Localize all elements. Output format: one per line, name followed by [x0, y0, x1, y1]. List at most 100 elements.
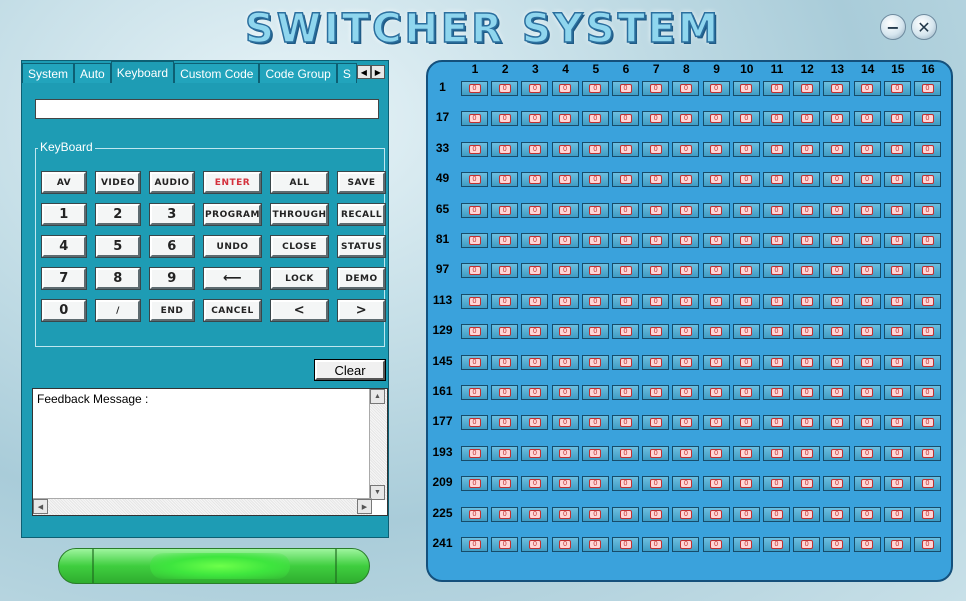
- matrix-cell[interactable]: 0: [914, 324, 941, 340]
- matrix-cell[interactable]: 0: [551, 385, 579, 400]
- matrix-cell[interactable]: 0: [491, 233, 519, 248]
- matrix-cell[interactable]: 0: [883, 537, 911, 552]
- key-av[interactable]: AV: [41, 171, 87, 194]
- matrix-cell[interactable]: 0: [672, 385, 700, 400]
- matrix-cell[interactable]: 0: [521, 476, 549, 492]
- matrix-cell[interactable]: 0: [672, 476, 700, 492]
- matrix-cell[interactable]: 0: [883, 506, 911, 522]
- matrix-cell[interactable]: 0: [581, 354, 609, 370]
- tab-scroll-right-icon[interactable]: ▶: [370, 65, 385, 79]
- matrix-cell[interactable]: 0: [883, 354, 911, 370]
- matrix-cell[interactable]: 0: [672, 354, 700, 370]
- matrix-cell[interactable]: 0: [491, 506, 519, 522]
- matrix-cell[interactable]: 0: [823, 172, 851, 188]
- matrix-cell[interactable]: 0: [491, 445, 519, 461]
- matrix-cell[interactable]: 0: [732, 506, 760, 522]
- matrix-cell[interactable]: 0: [642, 81, 670, 96]
- matrix-cell[interactable]: 0: [551, 506, 579, 522]
- matrix-cell[interactable]: 0: [914, 385, 941, 400]
- matrix-cell[interactable]: 0: [581, 263, 609, 279]
- matrix-cell[interactable]: 0: [521, 415, 549, 431]
- key-6[interactable]: 6: [149, 235, 195, 258]
- matrix-cell[interactable]: 0: [581, 506, 609, 522]
- matrix-cell[interactable]: 0: [551, 233, 579, 248]
- matrix-cell[interactable]: 0: [581, 537, 609, 552]
- matrix-cell[interactable]: 0: [702, 476, 730, 492]
- matrix-cell[interactable]: 0: [793, 476, 821, 492]
- matrix-cell[interactable]: 0: [702, 293, 730, 309]
- matrix-cell[interactable]: 0: [672, 111, 700, 127]
- matrix-cell[interactable]: 0: [521, 537, 549, 552]
- matrix-cell[interactable]: 0: [521, 385, 549, 400]
- matrix-cell[interactable]: 0: [914, 81, 941, 96]
- matrix-cell[interactable]: 0: [461, 415, 488, 431]
- matrix-cell[interactable]: 0: [702, 354, 730, 370]
- matrix-cell[interactable]: 0: [551, 415, 579, 431]
- scroll-up-icon[interactable]: ▲: [370, 389, 385, 404]
- matrix-cell[interactable]: 0: [581, 324, 609, 340]
- key-demo[interactable]: DEMO: [337, 267, 386, 290]
- matrix-cell[interactable]: 0: [672, 445, 700, 461]
- matrix-cell[interactable]: 0: [581, 293, 609, 309]
- key-program[interactable]: PROGRAM: [203, 203, 262, 226]
- matrix-cell[interactable]: 0: [702, 324, 730, 340]
- matrix-cell[interactable]: 0: [461, 233, 488, 248]
- matrix-cell[interactable]: 0: [793, 506, 821, 522]
- matrix-cell[interactable]: 0: [642, 324, 670, 340]
- matrix-cell[interactable]: 0: [672, 202, 700, 218]
- matrix-cell[interactable]: 0: [612, 537, 639, 552]
- matrix-cell[interactable]: 0: [672, 141, 700, 157]
- key-1[interactable]: 1: [41, 203, 87, 226]
- key-end[interactable]: END: [149, 299, 195, 322]
- matrix-cell[interactable]: 0: [491, 141, 519, 157]
- matrix-cell[interactable]: 0: [491, 81, 519, 96]
- clear-button[interactable]: Clear: [314, 359, 386, 381]
- matrix-cell[interactable]: 0: [914, 537, 941, 552]
- matrix-cell[interactable]: 0: [612, 385, 639, 400]
- matrix-cell[interactable]: 0: [672, 172, 700, 188]
- matrix-cell[interactable]: 0: [732, 263, 760, 279]
- matrix-cell[interactable]: 0: [823, 111, 851, 127]
- key-all[interactable]: ALL: [270, 171, 329, 194]
- matrix-cell[interactable]: 0: [642, 263, 670, 279]
- matrix-cell[interactable]: 0: [521, 324, 549, 340]
- matrix-cell[interactable]: 0: [702, 445, 730, 461]
- matrix-cell[interactable]: 0: [732, 202, 760, 218]
- matrix-cell[interactable]: 0: [491, 202, 519, 218]
- matrix-cell[interactable]: 0: [732, 385, 760, 400]
- matrix-cell[interactable]: 0: [521, 141, 549, 157]
- matrix-cell[interactable]: 0: [702, 172, 730, 188]
- matrix-cell[interactable]: 0: [732, 141, 760, 157]
- matrix-cell[interactable]: 0: [612, 445, 639, 461]
- matrix-cell[interactable]: 0: [853, 506, 881, 522]
- matrix-cell[interactable]: 0: [491, 354, 519, 370]
- matrix-cell[interactable]: 0: [521, 293, 549, 309]
- matrix-cell[interactable]: 0: [521, 233, 549, 248]
- matrix-cell[interactable]: 0: [914, 506, 941, 522]
- matrix-cell[interactable]: 0: [642, 354, 670, 370]
- matrix-cell[interactable]: 0: [642, 506, 670, 522]
- matrix-cell[interactable]: 0: [793, 537, 821, 552]
- matrix-cell[interactable]: 0: [823, 263, 851, 279]
- matrix-cell[interactable]: 0: [763, 141, 790, 157]
- tab-s[interactable]: S: [336, 63, 357, 83]
- tab-code-group[interactable]: Code Group: [259, 63, 337, 83]
- matrix-cell[interactable]: 0: [823, 354, 851, 370]
- matrix-cell[interactable]: 0: [914, 354, 941, 370]
- tab-custom-code[interactable]: Custom Code: [174, 63, 260, 83]
- matrix-cell[interactable]: 0: [642, 233, 670, 248]
- matrix-cell[interactable]: 0: [763, 202, 790, 218]
- matrix-cell[interactable]: 0: [914, 445, 941, 461]
- matrix-cell[interactable]: 0: [702, 537, 730, 552]
- matrix-cell[interactable]: 0: [642, 537, 670, 552]
- tab-keyboard[interactable]: Keyboard: [110, 61, 175, 83]
- matrix-cell[interactable]: 0: [732, 172, 760, 188]
- matrix-cell[interactable]: 0: [914, 233, 941, 248]
- matrix-cell[interactable]: 0: [612, 293, 639, 309]
- matrix-cell[interactable]: 0: [521, 506, 549, 522]
- matrix-cell[interactable]: 0: [914, 172, 941, 188]
- matrix-cell[interactable]: 0: [793, 415, 821, 431]
- matrix-cell[interactable]: 0: [612, 233, 639, 248]
- matrix-cell[interactable]: 0: [702, 263, 730, 279]
- matrix-cell[interactable]: 0: [642, 445, 670, 461]
